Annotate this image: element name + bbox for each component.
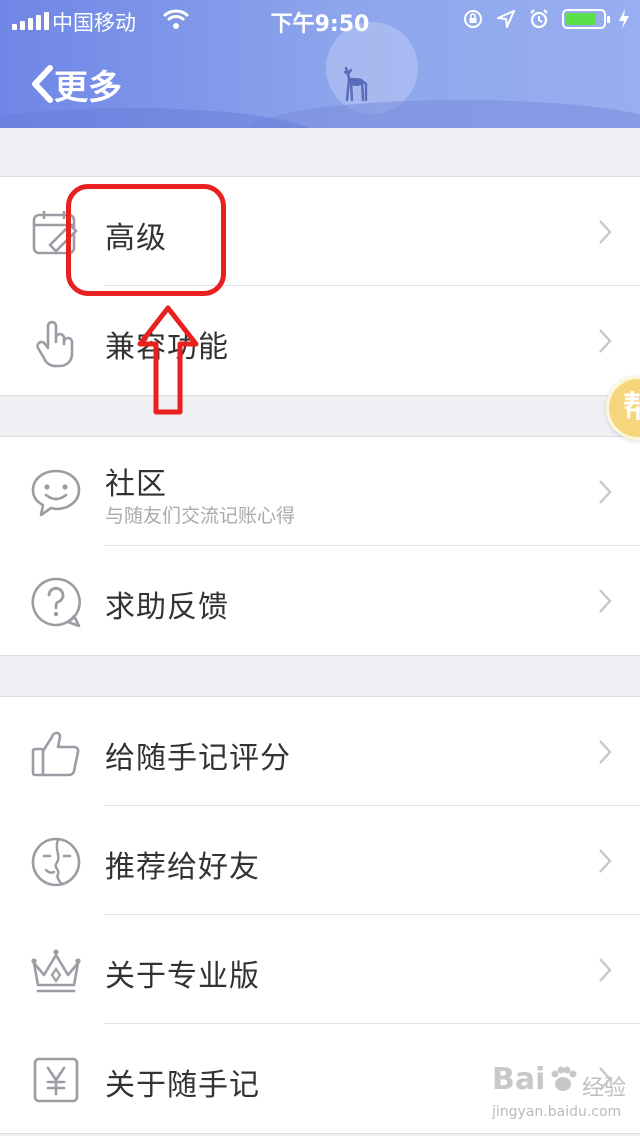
thumbs-up-icon <box>31 731 80 777</box>
chevron-right-icon <box>599 329 612 353</box>
row-title: 求助反馈 <box>105 590 229 625</box>
baidu-jingyan-watermark: Bai 经验 jingyan.baidu.com <box>492 1060 632 1130</box>
alarm-icon <box>530 9 548 29</box>
deer-icon <box>343 66 368 102</box>
row-title: 关于随手记 <box>105 1068 260 1103</box>
location-icon <box>497 10 515 28</box>
chevron-right-icon <box>599 849 612 873</box>
chevron-right-icon <box>599 220 612 244</box>
hill-decoration <box>250 100 640 128</box>
orientation-lock-icon <box>464 10 482 28</box>
watermark-brand: Bai <box>492 1062 546 1097</box>
list-item-community[interactable]: 社区 与随友们交流记账心得 <box>0 437 640 546</box>
chevron-right-icon <box>599 958 612 982</box>
crown-icon <box>31 949 81 993</box>
watermark-url: jingyan.baidu.com <box>492 1104 622 1120</box>
yen-doc-icon <box>33 1057 79 1103</box>
row-title: 社区 <box>105 467 167 502</box>
row-title: 关于专业版 <box>105 959 260 994</box>
list-item-help-feedback[interactable]: 求助反馈 <box>0 545 640 655</box>
app-header: 中国移动 下午9:50 更多 <box>0 0 640 128</box>
charging-icon <box>619 9 629 29</box>
settings-section-2: 社区 与随友们交流记账心得 求助反馈 <box>0 436 640 656</box>
annotation-highlight-box <box>66 184 226 296</box>
row-title: 给随手记评分 <box>105 741 291 776</box>
face-share-icon <box>31 837 81 887</box>
list-item-recommend-friends[interactable]: 推荐给好友 <box>0 805 640 915</box>
hill-decoration <box>0 108 320 128</box>
row-subtitle: 与随友们交流记账心得 <box>105 505 296 527</box>
list-item-rate-app[interactable]: 给随手记评分 <box>0 697 640 806</box>
list-item-about-pro[interactable]: 关于专业版 <box>0 914 640 1024</box>
row-title: 推荐给好友 <box>105 850 260 885</box>
watermark-jingyan: 经验 <box>582 1076 627 1101</box>
help-question-icon <box>31 577 81 628</box>
annotation-up-arrow <box>137 305 199 415</box>
paw-icon <box>551 1066 577 1091</box>
tap-finger-icon <box>36 320 74 368</box>
status-bar: 中国移动 下午9:50 <box>0 0 640 40</box>
back-button[interactable]: 更多 <box>30 58 122 110</box>
chevron-left-icon <box>32 65 53 103</box>
chevron-right-icon <box>599 480 612 504</box>
battery-icon <box>562 9 610 29</box>
chevron-right-icon <box>599 589 612 613</box>
list-item-compatibility[interactable]: 兼容功能 <box>0 285 640 395</box>
chevron-right-icon <box>599 740 612 764</box>
page-title: 更多 <box>54 67 122 108</box>
chat-smile-icon <box>31 469 81 517</box>
